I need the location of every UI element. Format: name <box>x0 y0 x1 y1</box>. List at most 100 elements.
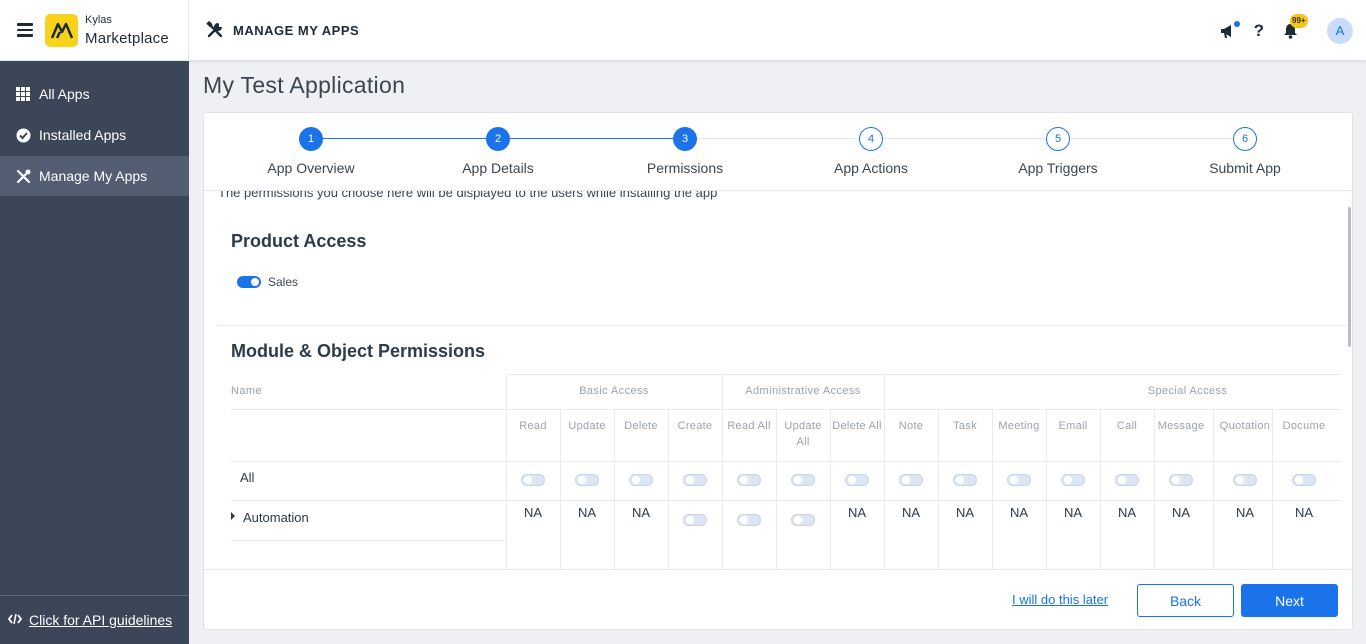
column-header: Update <box>568 420 606 432</box>
brand-name: Kylas Marketplace <box>85 13 169 46</box>
table-row-divider <box>506 374 1341 375</box>
basic-access-header: Basic Access <box>579 385 649 397</box>
product-sales-toggle-row: Sales <box>237 275 298 289</box>
sidebar: All Apps Installed Apps Manage My Apps C… <box>0 61 189 644</box>
column-header: Note <box>898 420 924 432</box>
step-number: 2 <box>486 127 510 151</box>
expand-caret-icon[interactable] <box>231 512 235 520</box>
permission-na-value: NA <box>847 505 867 520</box>
column-header: Task <box>953 420 977 432</box>
permission-toggle[interactable] <box>737 474 761 486</box>
column-header: Delete All <box>832 420 882 432</box>
header-title-text: MANAGE MY APPS <box>233 22 360 38</box>
permission-toggle[interactable] <box>1061 474 1085 486</box>
permission-toggle[interactable] <box>575 474 599 486</box>
user-avatar[interactable]: A <box>1327 17 1353 44</box>
notification-bell-icon[interactable]: 99+ <box>1280 13 1308 41</box>
permission-row-name: Automation <box>243 510 309 525</box>
vertical-scrollbar[interactable] <box>1348 207 1351 347</box>
header-section-title: MANAGE MY APPS <box>206 20 360 39</box>
tools-icon <box>206 20 224 39</box>
permission-toggle[interactable] <box>737 514 761 526</box>
api-guidelines-link[interactable]: Click for API guidelines <box>29 612 172 628</box>
grid-icon <box>15 86 31 102</box>
section-divider <box>217 325 1347 326</box>
table-row-divider <box>231 461 1341 462</box>
permission-toggle[interactable] <box>791 514 815 526</box>
step-number: 5 <box>1046 127 1070 151</box>
announcement-megaphone-icon[interactable] <box>1219 20 1240 41</box>
table-row-divider <box>231 409 1341 410</box>
column-header: Meeting <box>998 420 1040 432</box>
product-access-title: Product Access <box>231 231 367 251</box>
permissions-scroll-area[interactable]: The permissions you choose here will be … <box>204 191 1352 569</box>
step-app-triggers[interactable]: 5 App Triggers <box>978 127 1138 176</box>
page-title: My Test Application <box>203 72 406 98</box>
permission-na-value: NA <box>523 505 543 520</box>
column-header: Read All <box>727 420 771 432</box>
permission-toggle[interactable] <box>899 474 923 486</box>
brand-small-text: Kylas <box>85 13 112 26</box>
sidebar-item-label: All Apps <box>39 86 90 102</box>
help-icon[interactable]: ? <box>1254 21 1264 41</box>
column-header: Create <box>677 420 713 432</box>
kylas-logo <box>45 13 78 47</box>
permission-toggle[interactable] <box>629 474 653 486</box>
sales-toggle[interactable] <box>237 276 261 288</box>
permission-toggle[interactable] <box>1007 474 1031 486</box>
permission-na-value: NA <box>1063 505 1083 520</box>
column-header: Update All <box>784 420 822 448</box>
brand-area: Kylas Marketplace <box>0 0 189 61</box>
permission-na-value: NA <box>1171 505 1191 520</box>
back-button[interactable]: Back <box>1137 584 1234 617</box>
permission-toggle[interactable] <box>1233 474 1257 486</box>
table-column-divider <box>506 374 507 569</box>
sidebar-item-manage-my-apps[interactable]: Manage My Apps <box>0 156 189 196</box>
sales-toggle-label: Sales <box>268 275 299 289</box>
permission-na-value: NA <box>631 505 651 520</box>
permission-na-value: NA <box>1009 505 1029 520</box>
permission-na-value: NA <box>901 505 921 520</box>
header-actions: ? 99+ A <box>1219 0 1366 61</box>
step-number: 4 <box>859 127 883 151</box>
step-label: App Actions <box>834 160 908 176</box>
permission-toggle[interactable] <box>683 514 707 526</box>
wizard-card: 1 App Overview 2 App Details 3 Permissio… <box>203 112 1353 630</box>
notification-count-badge: 99+ <box>1290 13 1308 28</box>
do-later-link[interactable]: I will do this later <box>1012 592 1108 607</box>
sidebar-item-all-apps[interactable]: All Apps <box>0 74 189 114</box>
permission-toggle[interactable] <box>521 474 545 486</box>
next-button[interactable]: Next <box>1241 584 1338 617</box>
step-label: App Triggers <box>1018 160 1098 176</box>
announcement-dot <box>1233 20 1240 27</box>
step-permissions[interactable]: 3 Permissions <box>605 127 765 176</box>
column-header: Call <box>1116 420 1138 432</box>
wizard-footer: I will do this later Back Next <box>204 569 1352 629</box>
step-app-actions[interactable]: 4 App Actions <box>791 127 951 176</box>
permission-na-value: NA <box>1235 505 1255 520</box>
permission-toggle[interactable] <box>1292 474 1316 486</box>
step-submit-app[interactable]: 6 Submit App <box>1165 127 1325 176</box>
step-app-overview[interactable]: 1 App Overview <box>231 127 391 176</box>
step-label: App Overview <box>267 160 355 176</box>
module-permissions-title: Module & Object Permissions <box>231 341 486 361</box>
sidebar-item-installed-apps[interactable]: Installed Apps <box>0 115 189 155</box>
column-header: Read <box>519 420 547 432</box>
permission-toggle[interactable] <box>845 474 869 486</box>
step-number: 1 <box>299 127 323 151</box>
permission-toggle[interactable] <box>683 474 707 486</box>
tools-icon <box>15 168 31 184</box>
permission-toggle[interactable] <box>1115 474 1139 486</box>
step-number: 3 <box>673 127 697 151</box>
administrative-access-header: Administrative Access <box>745 385 861 397</box>
column-header: Docume <box>1282 420 1326 432</box>
step-label: Submit App <box>1209 160 1281 176</box>
hamburger-menu-icon[interactable] <box>17 23 33 37</box>
step-app-details[interactable]: 2 App Details <box>418 127 578 176</box>
permission-toggle[interactable] <box>791 474 815 486</box>
permission-toggle[interactable] <box>1169 474 1193 486</box>
permission-na-value: NA <box>1117 505 1137 520</box>
api-guidelines-footer: Click for API guidelines <box>0 595 189 644</box>
permission-toggle[interactable] <box>953 474 977 486</box>
column-header: Email <box>1058 420 1088 432</box>
